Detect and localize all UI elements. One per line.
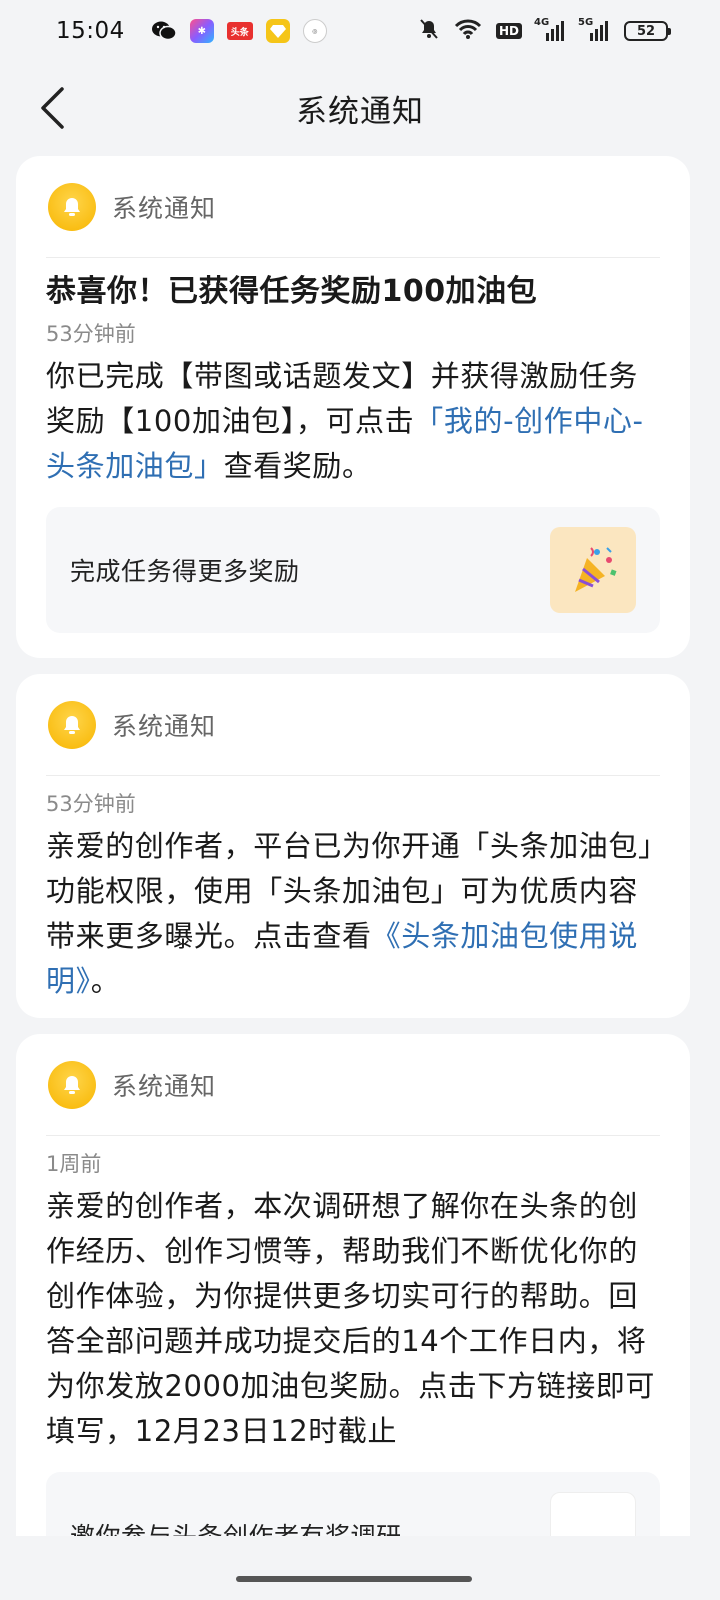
card-source: 系统通知 — [112, 193, 217, 223]
card-time: 53分钟前 — [46, 322, 136, 346]
gesture-bar-area — [0, 1536, 720, 1600]
bell-icon — [48, 182, 96, 231]
party-popper-icon — [550, 527, 636, 613]
status-time: 15:04 — [56, 18, 125, 44]
nav-header: 系统通知 — [0, 62, 720, 154]
card-title: 恭喜你！已获得任务奖励100加油包 — [46, 274, 538, 309]
sketch-icon — [265, 19, 290, 43]
card-header: 系统通知 — [46, 674, 660, 776]
notification-card[interactable]: 系统通知 恭喜你！已获得任务奖励100加油包 53分钟前 你已完成【带图或话题发… — [16, 156, 690, 658]
battery-icon: 52 — [624, 21, 671, 41]
home-indicator[interactable] — [236, 1576, 472, 1582]
card-body: 亲爱的创作者，平台已为你开通「头条加油包」功能权限，使用「头条加油包」可为优质内… — [46, 824, 660, 1004]
chevron-left-icon — [41, 87, 64, 129]
card-body: 亲爱的创作者，本次调研想了解你在头条的创作经历、创作习惯等，帮助我们不断优化你的… — [46, 1189, 656, 1448]
bell-icon — [48, 1060, 96, 1109]
status-bar: 15:04 ✱ 头条 ◎ HD 4G 5G 52 — [0, 0, 720, 62]
notification-card[interactable]: 系统通知 53分钟前 亲爱的创作者，平台已为你开通「头条加油包」功能权限，使用「… — [16, 674, 690, 1018]
card-time: 1周前 — [46, 1152, 102, 1176]
signal-5g-icon: 5G — [578, 17, 610, 41]
body-text-end: 。 — [90, 964, 121, 998]
bell-icon — [48, 700, 96, 749]
wechat-icon — [151, 19, 177, 43]
toutiao-icon: 头条 — [226, 22, 253, 40]
notification-app-icons: ✱ 头条 ◎ — [151, 19, 327, 43]
card-source: 系统通知 — [112, 1071, 217, 1101]
card-header: 系统通知 — [46, 156, 660, 258]
system-status-icons: HD 4G 5G 52 — [418, 17, 671, 44]
card-source: 系统通知 — [112, 711, 217, 741]
more-rewards-button[interactable]: 完成任务得更多奖励 — [46, 507, 660, 633]
photos-icon: ✱ — [189, 19, 214, 43]
browser-icon: ◎ — [302, 19, 327, 43]
mute-icon — [418, 18, 440, 44]
card-time: 53分钟前 — [46, 792, 136, 816]
hd-voice-icon: HD — [495, 23, 522, 39]
action-label: 完成任务得更多奖励 — [70, 557, 300, 586]
back-button[interactable] — [30, 82, 74, 134]
wifi-icon — [454, 18, 482, 44]
card-header: 系统通知 — [46, 1034, 660, 1136]
body-text-end: 查看奖励。 — [223, 449, 372, 483]
notification-card[interactable]: 系统通知 1周前 亲爱的创作者，本次调研想了解你在头条的创作经历、创作习惯等，帮… — [16, 1034, 690, 1600]
card-body: 你已完成【带图或话题发文】并获得激励任务奖励【100加油包】，可点击「我的-创作… — [46, 354, 660, 489]
page-title: 系统通知 — [296, 93, 424, 130]
signal-4g-icon: 4G — [534, 17, 566, 41]
